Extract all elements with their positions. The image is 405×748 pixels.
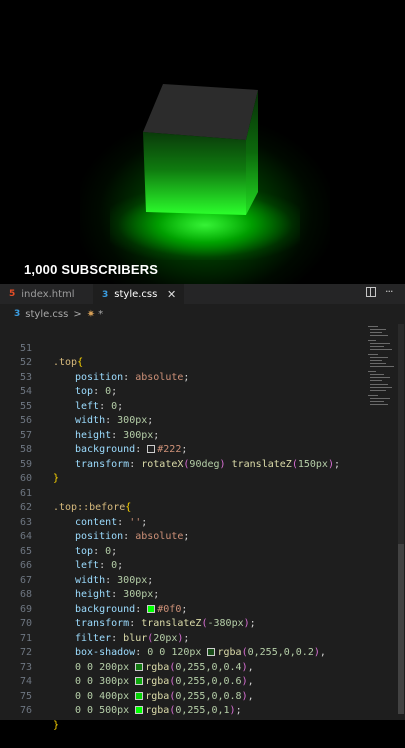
- code-line: 73 0 0 300px rgba(0,255,0,0.6),: [0, 646, 370, 688]
- code-line: 58 transform: rotateX(90deg) translateZ(…: [0, 429, 370, 470]
- css3-icon: 3: [14, 309, 21, 319]
- tab-style-css[interactable]: 3 style.css ✕: [93, 284, 184, 304]
- cube-top-face: [143, 84, 258, 140]
- code-line: 72 0 0 200px rgba(0,255,0,0.4),: [0, 632, 370, 673]
- split-editor-icon[interactable]: [366, 287, 376, 297]
- code-text: 0 0 500px rgba(0,255,0,1);: [75, 705, 242, 716]
- code-line: 70 filter: blur(20px);: [0, 603, 370, 644]
- code-line: 76 }: [0, 690, 370, 731]
- code-line: 69 transform: translateZ(-380px);: [0, 588, 370, 630]
- line-number: 76: [19, 705, 32, 716]
- code-line: 67 height: 300px;: [0, 559, 370, 601]
- code-editor: 5 index.html 3 style.css ✕ ··· 3 style.c…: [0, 284, 405, 731]
- code-line: 71 box-shadow: 0 0 120px rgba(0,255,0,0.…: [0, 617, 370, 659]
- scrollbar-thumb[interactable]: [398, 544, 404, 714]
- breadcrumb-file[interactable]: style.css: [25, 309, 68, 320]
- code-line: 57 background: #222;: [0, 414, 370, 456]
- code-line: 52 position: absolute;: [0, 342, 370, 383]
- code-line: 54 left: 0;: [0, 371, 370, 412]
- glowing-cube: [143, 84, 258, 215]
- minimap[interactable]: [366, 324, 396, 414]
- tab-label: style.css: [114, 289, 158, 300]
- code-line: 51 .top{: [0, 327, 370, 369]
- more-actions-icon[interactable]: ···: [385, 285, 393, 298]
- render-preview: 1,000 SUBSCRIBERS: [0, 0, 405, 284]
- subscriber-banner: 1,000 SUBSCRIBERS: [24, 262, 159, 277]
- close-icon[interactable]: ✕: [167, 288, 176, 301]
- code-area[interactable]: 51 .top{ 52 position: absolute; 53 top: …: [0, 327, 370, 731]
- breadcrumb: 3 style.css > ✷ *: [0, 304, 405, 324]
- code-line: 65 left: 0;: [0, 530, 370, 572]
- tab-index-html[interactable]: 5 index.html: [0, 284, 92, 304]
- code-line: 66 width: 300px;: [0, 545, 370, 586]
- breadcrumb-symbol[interactable]: *: [98, 309, 103, 320]
- code-line: 74 0 0 400px rgba(0,255,0,0.8),: [0, 661, 370, 702]
- symbol-class-icon: ✷: [86, 308, 96, 320]
- code-line: 68 background: #0f0;: [0, 574, 370, 615]
- code-line: 61 .top::before{: [0, 472, 370, 514]
- code-line: 64 top: 0;: [0, 516, 370, 557]
- code-line: 75 0 0 500px rgba(0,255,0,1);: [0, 675, 370, 717]
- code-line: 60: [0, 458, 370, 484]
- code-line: 53 top: 0;: [0, 356, 370, 398]
- color-swatch-green: [135, 706, 144, 714]
- code-line: 56 height: 300px;: [0, 400, 370, 441]
- code-line: 63 position: absolute;: [0, 501, 370, 543]
- code-line: 62 content: '';: [0, 487, 370, 528]
- code-text: }: [53, 719, 60, 731]
- code-line: 59 }: [0, 443, 370, 485]
- code-line: 55 width: 300px;: [0, 385, 370, 427]
- breadcrumb-separator: >: [73, 308, 82, 320]
- html5-icon: 5: [9, 289, 16, 299]
- tab-bar: 5 index.html 3 style.css ✕ ···: [0, 284, 405, 304]
- css3-icon: 3: [102, 289, 109, 300]
- cube-front-face: [143, 132, 246, 215]
- tab-label: index.html: [21, 288, 75, 300]
